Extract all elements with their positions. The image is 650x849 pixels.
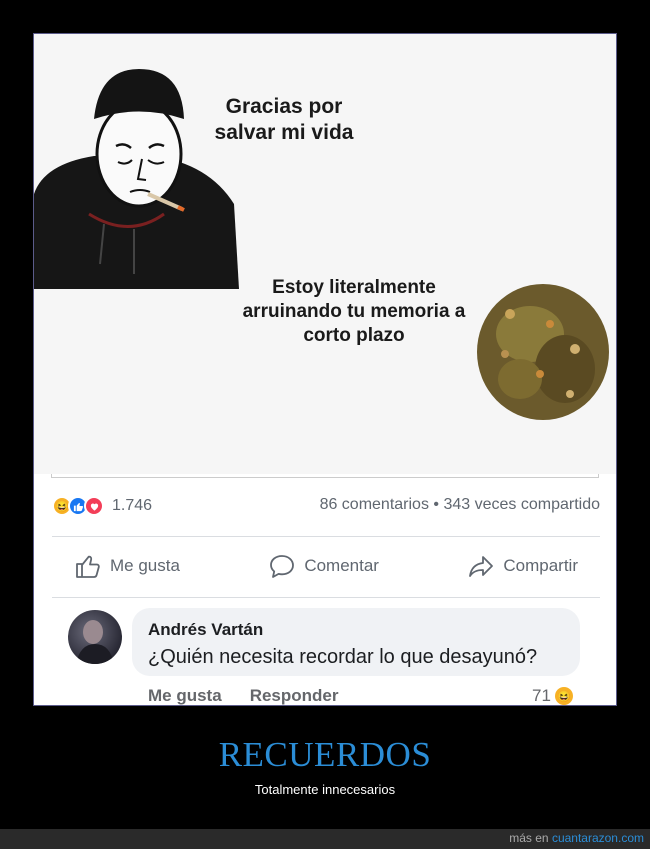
comment-actions: Me gusta Responder [148, 686, 339, 705]
like-button[interactable]: Me gusta [52, 552, 202, 580]
comments-count[interactable]: 86 comentarios [320, 496, 429, 513]
comment-label: Comentar [304, 556, 379, 575]
plant-bud-image [477, 284, 609, 420]
footer-prefix: más en [509, 831, 549, 845]
post-actions: Me gusta Comentar Compartir [52, 544, 600, 588]
avatar[interactable] [68, 610, 122, 664]
post-frame: Gracias por salvar mi vida Estoy literal… [33, 33, 617, 706]
reaction-summary[interactable]: 😆 1.746 [52, 496, 152, 516]
doomer-figure [34, 69, 239, 289]
comment-icon [270, 555, 295, 578]
divider-top [52, 536, 600, 537]
footer-site-link[interactable]: cuantarazon.com [552, 831, 644, 845]
shares-count[interactable]: 343 veces compartido [443, 496, 600, 513]
engagement-stats: 86 comentarios • 343 veces compartido [320, 496, 600, 514]
share-label: Compartir [503, 556, 578, 575]
meme-image: Gracias por salvar mi vida Estoy literal… [34, 34, 616, 474]
caption-plant: Estoy literalmente arruinando tu memoria… [242, 277, 466, 346]
comment-like-link[interactable]: Me gusta [148, 686, 222, 705]
comment-likes-count: 71 [532, 686, 551, 705]
comment-reply-link[interactable]: Responder [250, 686, 339, 705]
comment-reactions[interactable]: 71 😆 [532, 686, 573, 705]
footer-text: más en cuantarazon.com [509, 831, 644, 845]
reaction-count: 1.746 [112, 497, 153, 514]
love-reaction-icon [84, 496, 104, 516]
like-label: Me gusta [110, 556, 180, 575]
haha-reaction-icon: 😆 [554, 687, 573, 705]
share-icon [469, 556, 494, 577]
page-subtitle: Totalmente innecesarios [254, 782, 396, 797]
share-button[interactable]: Compartir [445, 552, 600, 580]
caption-person: Gracias por salvar mi vida [214, 95, 354, 145]
comment-author[interactable]: Andrés Vartán [148, 620, 263, 640]
post-bottom-border [51, 474, 599, 478]
footer-bar: más en cuantarazon.com [0, 829, 650, 849]
comment-bubble: Andrés Vartán ¿Quién necesita recordar l… [132, 608, 580, 676]
comment-button[interactable]: Comentar [246, 552, 401, 580]
post-stats: 😆 1.746 86 comentarios • 343 veces compa… [52, 496, 600, 520]
page-title: RECUERDOS [218, 735, 432, 774]
thumbs-up-icon [76, 555, 100, 578]
divider-bottom [52, 597, 600, 598]
stats-separator: • [433, 496, 440, 513]
comment-text: ¿Quién necesita recordar lo que desayunó… [148, 646, 538, 668]
